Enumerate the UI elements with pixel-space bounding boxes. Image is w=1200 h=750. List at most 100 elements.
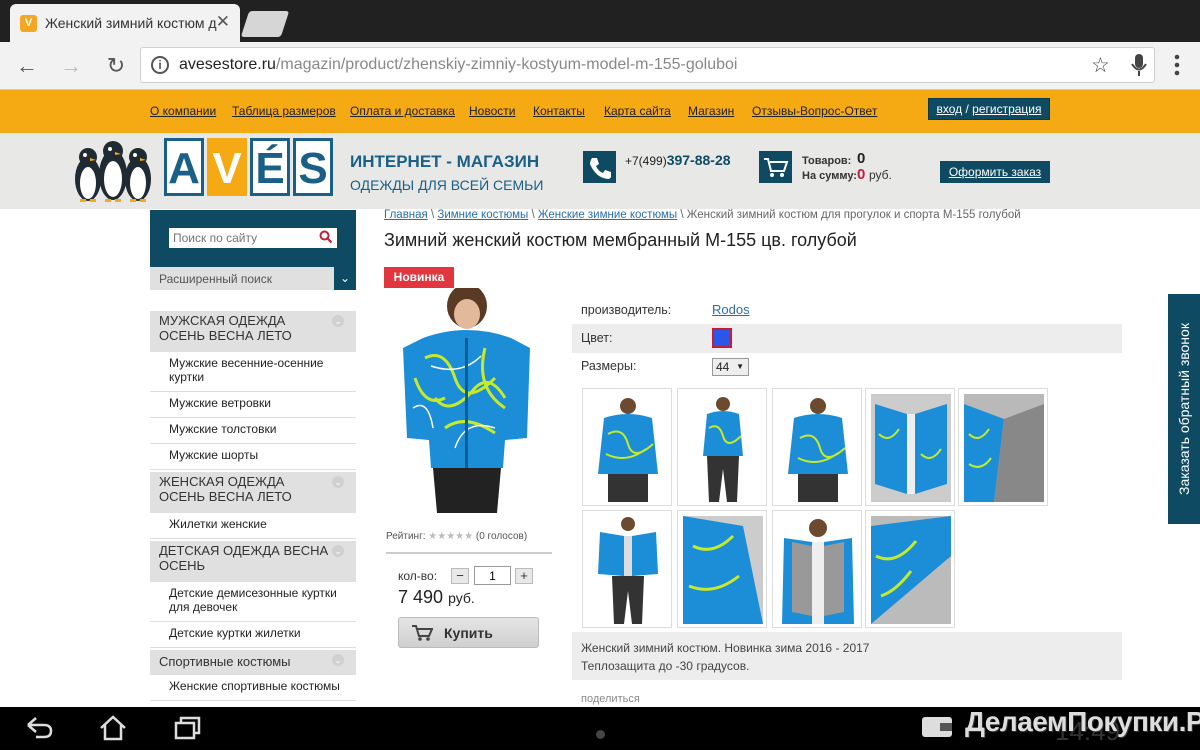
product-thumbnail[interactable] — [582, 510, 672, 628]
advanced-search-toggle[interactable]: Расширенный поиск ⌄ — [150, 267, 356, 290]
bookmark-star-icon[interactable]: ☆ — [1091, 53, 1110, 78]
product-thumbnail[interactable] — [677, 388, 767, 506]
category-label: ДЕТСКАЯ ОДЕЖДА ВЕСНА ОСЕНЬ — [159, 543, 329, 573]
login-register-button[interactable]: вход / регистрация — [928, 98, 1050, 120]
nav-link-shop[interactable]: Магазин — [688, 104, 734, 118]
rating: Рейтинг: ★★★★★ (0 голосов) — [386, 531, 527, 542]
chevron-down-icon: ⌄ — [332, 545, 344, 557]
tab-title: Женский зимний костюм д — [45, 15, 217, 31]
nav-link-payment[interactable]: Оплата и доставка — [350, 104, 455, 118]
nav-link-about[interactable]: О компании — [150, 104, 216, 118]
close-tab-icon[interactable]: ✕ — [216, 12, 230, 32]
share-link[interactable]: поделиться — [581, 693, 640, 705]
wallet-icon[interactable] — [920, 713, 954, 741]
rating-votes: (0 голосов) — [475, 531, 528, 542]
subcategory-item[interactable]: Детские демисезонные куртки для девочек — [150, 586, 356, 622]
chevron-down-icon: ⌄ — [332, 315, 344, 327]
cart-items-value: 0 — [857, 150, 866, 167]
product-thumbnail[interactable] — [865, 510, 955, 628]
recent-apps-icon[interactable] — [170, 715, 204, 743]
nav-link-reviews[interactable]: Отзывы-Вопрос-Ответ — [752, 104, 877, 118]
nav-link-contacts[interactable]: Контакты — [533, 104, 585, 118]
product-thumbnail[interactable] — [958, 388, 1048, 506]
breadcrumb-current: Женский зимний костюм для прогулок и спо… — [686, 209, 1021, 221]
breadcrumb: Главная \ Зимние костюмы \ Женские зимни… — [384, 209, 1021, 221]
advanced-search-label: Расширенный поиск — [159, 272, 272, 286]
phone-icon — [583, 151, 616, 183]
browser-tab[interactable]: V Женский зимний костюм д ✕ — [10, 4, 240, 42]
size-select[interactable]: 44 ▼ — [712, 358, 749, 376]
color-swatch[interactable] — [712, 328, 732, 348]
buy-button-label: Купить — [444, 625, 493, 641]
rating-stars-icon[interactable]: ★★★★★ — [428, 531, 473, 542]
top-navigation: О компании Таблица размеров Оплата и дос… — [0, 90, 1200, 133]
checkout-button[interactable]: Оформить заказ — [940, 161, 1050, 183]
product-main-image[interactable] — [385, 288, 548, 513]
new-tab-button[interactable] — [240, 11, 290, 37]
quantity-increase-button[interactable]: + — [515, 568, 533, 584]
reload-icon[interactable]: ↻ — [101, 52, 131, 80]
color-row — [572, 324, 1122, 353]
product-thumbnail[interactable] — [772, 510, 862, 628]
favicon-icon: V — [20, 15, 37, 32]
nav-link-news[interactable]: Новости — [469, 104, 515, 118]
subcategory-item[interactable]: Мужские шорты — [150, 448, 356, 470]
cart-items-label: Товаров: — [802, 155, 852, 167]
category-kids[interactable]: ДЕТСКАЯ ОДЕЖДА ВЕСНА ОСЕНЬ ⌄ — [150, 541, 356, 582]
sizes-label: Размеры: — [581, 359, 637, 373]
category-sport-suits[interactable]: Спортивные костюмы ⌄ — [150, 650, 356, 675]
product-thumbnail[interactable] — [582, 388, 672, 506]
subcategory-item[interactable]: Жилетки женские — [150, 517, 356, 539]
cart-icon[interactable] — [759, 151, 792, 183]
home-nav-icon[interactable] — [96, 715, 130, 743]
search-input[interactable] — [169, 228, 337, 248]
subcategory-item[interactable]: Мужские ветровки — [150, 396, 356, 418]
breadcrumb-separator: \ — [680, 209, 684, 221]
aves-logo[interactable]: A V É S — [164, 138, 334, 202]
address-bar[interactable]: i avesestore.ru/magazin/product/zhenskiy… — [140, 47, 1155, 83]
phone-number[interactable]: +7(499)397-88-28 — [625, 152, 731, 168]
chevron-down-icon: ⌄ — [332, 654, 344, 666]
logo-letter: S — [293, 138, 333, 196]
quantity-label: кол-во: — [398, 569, 438, 583]
back-icon[interactable]: ← — [12, 52, 42, 80]
product-thumbnail[interactable] — [865, 388, 955, 506]
subcategory-item[interactable]: Женские спортивные костюмы — [150, 679, 356, 701]
breadcrumb-link[interactable]: Главная — [384, 209, 428, 221]
quantity-input[interactable] — [474, 566, 511, 585]
subcategory-item[interactable]: Детские куртки жилетки — [150, 626, 356, 648]
divider — [386, 552, 552, 554]
microphone-icon[interactable] — [1130, 51, 1148, 79]
quantity-decrease-button[interactable]: − — [451, 568, 469, 584]
search-icon[interactable] — [319, 230, 333, 244]
category-mens[interactable]: МУЖСКАЯ ОДЕЖДА ОСЕНЬ ВЕСНА ЛЕТО ⌄ — [150, 311, 356, 352]
manufacturer-link[interactable]: Rodos — [712, 302, 750, 317]
screen: V Женский зимний костюм д ✕ ← → ↻ i aves… — [0, 0, 1200, 750]
nav-link-sitemap[interactable]: Карта сайта — [604, 104, 671, 118]
breadcrumb-link[interactable]: Зимние костюмы — [437, 209, 528, 221]
product-thumbnail[interactable] — [772, 388, 862, 506]
cart-sum-label: На сумму: — [802, 170, 857, 182]
back-nav-icon[interactable] — [22, 715, 56, 743]
subcategory-item[interactable]: Мужские толстовки — [150, 422, 356, 444]
new-badge: Новинка — [384, 267, 454, 288]
buy-button[interactable]: Купить — [398, 617, 539, 648]
product-thumbnail[interactable] — [677, 510, 767, 628]
menu-kebab-icon[interactable] — [1172, 52, 1182, 78]
category-womens[interactable]: ЖЕНСКАЯ ОДЕЖДА ОСЕНЬ ВЕСНА ЛЕТО ⌄ — [150, 472, 356, 513]
color-label: Цвет: — [581, 331, 613, 345]
breadcrumb-link[interactable]: Женские зимние костюмы — [538, 209, 677, 221]
site-search — [150, 210, 356, 267]
watermark: ДелаемПокупки.Ру — [965, 706, 1200, 737]
chevron-down-icon: ⌄ — [334, 267, 356, 290]
forward-icon[interactable]: → — [56, 52, 86, 80]
logo-letter: V — [207, 138, 247, 196]
nav-link-size-table[interactable]: Таблица размеров — [232, 104, 336, 118]
callback-button[interactable]: Заказать обратный звонок — [1168, 294, 1200, 524]
logo-letter: É — [250, 138, 290, 196]
callback-label: Заказать обратный звонок — [1176, 323, 1192, 495]
subcategory-item[interactable]: Мужские весенние-осенние куртки — [150, 356, 356, 392]
page-title: Зимний женский костюм мембранный М-155 ц… — [384, 230, 857, 250]
site-info-icon[interactable]: i — [151, 56, 169, 74]
shop-title: ИНТЕРНЕТ - МАГАЗИН — [350, 152, 540, 171]
